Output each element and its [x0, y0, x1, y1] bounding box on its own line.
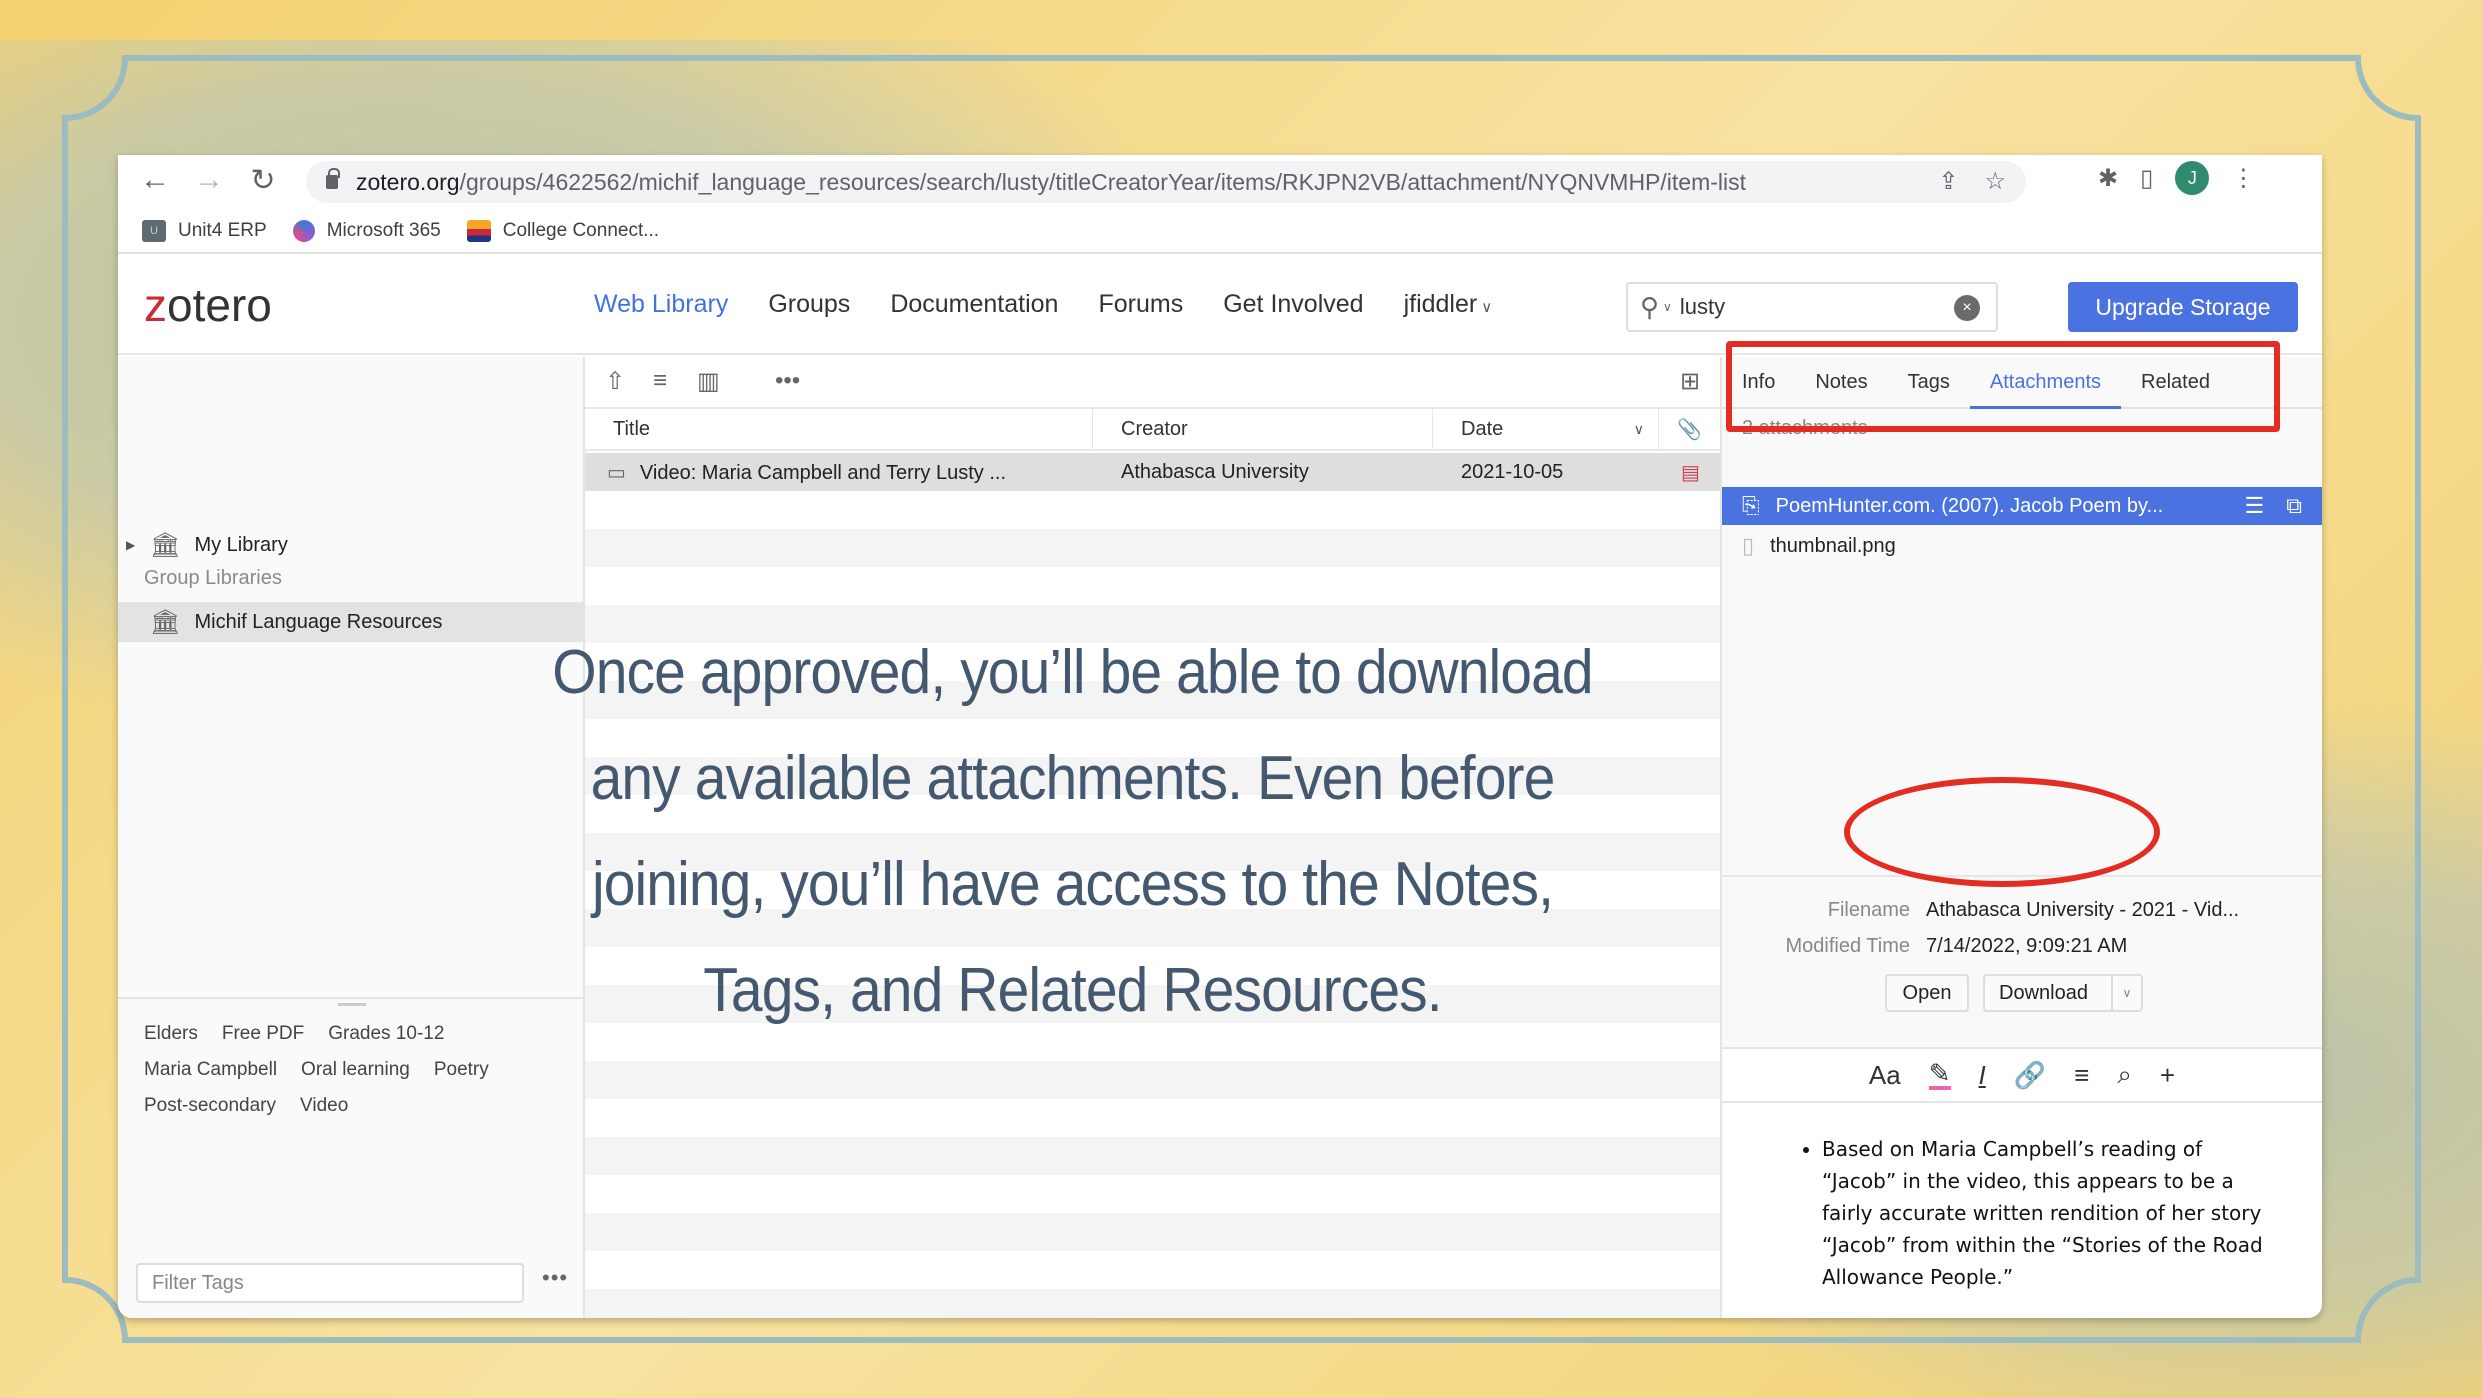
- expand-triangle-icon[interactable]: ▶: [126, 538, 138, 552]
- bookmarks-bar: U Unit4 ERP Microsoft 365 College Connec…: [118, 210, 2322, 254]
- college-connect-icon: [466, 220, 491, 242]
- align-icon[interactable]: ≡: [2074, 1060, 2089, 1091]
- tabs-highlight-box: [1726, 341, 2280, 432]
- group-library-item[interactable]: 🏛 Michif Language Resources: [118, 602, 583, 642]
- sort-chevron-icon: ∨: [1633, 420, 1644, 437]
- tag[interactable]: Grades 10-12: [328, 1023, 444, 1045]
- library-pane: ▶ 🏛 My Library Group Libraries 🏛 Michif …: [118, 357, 585, 1318]
- microsoft365-icon: [292, 220, 315, 242]
- find-icon[interactable]: ⌕: [2117, 1059, 2132, 1091]
- my-library-item[interactable]: ▶ 🏛 My Library: [118, 525, 583, 565]
- tag[interactable]: Post-secondary: [144, 1095, 276, 1117]
- tag[interactable]: Elders: [144, 1023, 198, 1045]
- column-attachment[interactable]: 📎: [1659, 409, 1720, 449]
- nav-web-library[interactable]: Web Library: [594, 290, 728, 319]
- avatar[interactable]: J: [2175, 161, 2210, 195]
- main-nav: Web Library Groups Documentation Forums …: [594, 290, 1492, 319]
- attachment-item[interactable]: ▯ thumbnail.png: [1722, 527, 2322, 565]
- modified-time-field: Modified Time 7/14/2022, 9:09:21 AM: [1785, 935, 2128, 957]
- view-note-icon[interactable]: ☰: [2245, 493, 2265, 519]
- export-icon[interactable]: ⇧: [605, 367, 625, 396]
- column-date[interactable]: Date ∨: [1433, 409, 1659, 449]
- bibliography-icon[interactable]: ▥: [697, 367, 720, 396]
- back-icon[interactable]: ←: [128, 163, 182, 197]
- more-options-icon[interactable]: •••: [542, 1265, 568, 1291]
- pdf-attachment-icon[interactable]: ▤: [1659, 460, 1720, 485]
- forward-icon[interactable]: →: [182, 163, 236, 197]
- unit4-icon: U: [142, 220, 166, 242]
- open-button[interactable]: Open: [1885, 974, 1969, 1012]
- text-format-icon[interactable]: Aa: [1869, 1060, 1901, 1091]
- note-editor-toolbar: Aa ✎ I 🔗 ≡ ⌕ +: [1722, 1047, 2322, 1103]
- library-icon: 🏛: [150, 531, 181, 559]
- slide-caption: Once approved, you’ll be able to downloa…: [527, 620, 1617, 1044]
- filter-tags-input[interactable]: Filter Tags: [136, 1263, 524, 1303]
- tag[interactable]: Poetry: [434, 1059, 489, 1081]
- tag[interactable]: Free PDF: [222, 1023, 304, 1045]
- tag[interactable]: Oral learning: [301, 1059, 410, 1081]
- url-path: /groups/4622562/michif_language_resource…: [459, 168, 1747, 195]
- zotero-logo[interactable]: zotero: [144, 278, 272, 332]
- search-icon: ⚲: [1640, 291, 1660, 322]
- paperclip-icon: 📎: [1677, 418, 1702, 441]
- note-text: Based on Maria Campbell’s reading of “Ja…: [1822, 1133, 2282, 1293]
- search-input[interactable]: ⚲ ∨ lusty ×: [1626, 282, 1998, 332]
- bookmark-college-connect[interactable]: College Connect...: [466, 220, 659, 242]
- add-icon[interactable]: +: [2160, 1060, 2175, 1091]
- file-icon: ▯: [1742, 533, 1755, 558]
- lock-icon: [326, 168, 340, 189]
- tag[interactable]: Video: [300, 1095, 348, 1117]
- column-picker-icon[interactable]: ⊞: [1680, 367, 1700, 396]
- bookmark-star-icon[interactable]: ☆: [1984, 167, 2006, 196]
- tag-list: Elders Free PDF Grades 10-12 Maria Campb…: [144, 1023, 564, 1117]
- upgrade-storage-button[interactable]: Upgrade Storage: [2068, 282, 2298, 332]
- video-icon: ▭: [607, 461, 626, 484]
- share-icon[interactable]: ⇪: [1938, 167, 1958, 196]
- tag[interactable]: Maria Campbell: [144, 1059, 277, 1081]
- caption-line: any available attachments. Even before: [590, 744, 1556, 813]
- clear-formatting-icon[interactable]: I: [1979, 1060, 1986, 1091]
- caption-line: Tags, and Related Resources.: [703, 956, 1442, 1025]
- nav-get-involved[interactable]: Get Involved: [1223, 290, 1363, 319]
- items-toolbar: ⇧ ≡ ▥ ••• ⊞: [585, 357, 1720, 409]
- reload-icon[interactable]: ↻: [236, 163, 290, 198]
- nav-forums[interactable]: Forums: [1098, 290, 1183, 319]
- side-panel-icon[interactable]: ▯: [2140, 164, 2153, 193]
- nav-documentation[interactable]: Documentation: [890, 290, 1058, 319]
- note-editor[interactable]: Based on Maria Campbell’s reading of “Ja…: [1722, 1103, 2322, 1318]
- highlight-icon[interactable]: ✎: [1928, 1060, 1951, 1090]
- clear-search-icon[interactable]: ×: [1954, 295, 1980, 321]
- bookmark-microsoft365[interactable]: Microsoft 365: [292, 220, 441, 242]
- nav-groups[interactable]: Groups: [768, 290, 850, 319]
- download-button[interactable]: Download ∨: [1983, 974, 2143, 1012]
- attachment-details: Filename Athabasca University - 2021 - Vi…: [1722, 875, 2322, 1075]
- table-row[interactable]: ▭ Video: Maria Campbell and Terry Lusty .…: [585, 453, 1720, 491]
- group-library-lock-icon: 🏛: [150, 608, 181, 636]
- bookmark-unit4[interactable]: U Unit4 ERP: [142, 220, 267, 242]
- address-bar[interactable]: zotero.org/groups/4622562/michif_languag…: [306, 161, 2026, 203]
- download-options-chevron-icon[interactable]: ∨: [2111, 976, 2141, 1010]
- caption-line: joining, you’ll have access to the Notes…: [591, 850, 1554, 919]
- chevron-down-icon: ∨: [1481, 299, 1493, 316]
- cite-icon[interactable]: ≡: [653, 367, 667, 395]
- download-highlight-ellipse: [1844, 777, 2160, 887]
- column-creator[interactable]: Creator: [1093, 409, 1433, 449]
- extensions-icon[interactable]: ✱: [2098, 164, 2118, 193]
- menu-icon[interactable]: ⋮: [2231, 164, 2255, 193]
- column-title[interactable]: Title: [585, 409, 1093, 449]
- search-mode-dropdown-icon[interactable]: ∨: [1663, 300, 1672, 314]
- items-table-header: Title Creator Date ∨ 📎: [585, 409, 1720, 451]
- user-menu[interactable]: jfiddler ∨: [1404, 290, 1493, 319]
- filename-field: Filename Athabasca University - 2021 - Vi…: [1827, 899, 2240, 921]
- web-snapshot-icon: ⎘: [1742, 493, 1760, 518]
- search-value: lusty: [1679, 294, 1726, 319]
- link-icon[interactable]: 🔗: [2014, 1060, 2046, 1091]
- caption-line: Once approved, you’ll be able to downloa…: [552, 638, 1593, 707]
- group-libraries-label: Group Libraries: [144, 567, 282, 589]
- url-domain: zotero.org: [356, 168, 460, 195]
- more-actions-icon[interactable]: •••: [775, 367, 800, 395]
- attachment-item[interactable]: ⎘ PoemHunter.com. (2007). Jacob Poem by.…: [1722, 487, 2322, 525]
- open-external-icon[interactable]: ⧉: [2286, 493, 2302, 519]
- resize-handle[interactable]: [338, 1003, 366, 1006]
